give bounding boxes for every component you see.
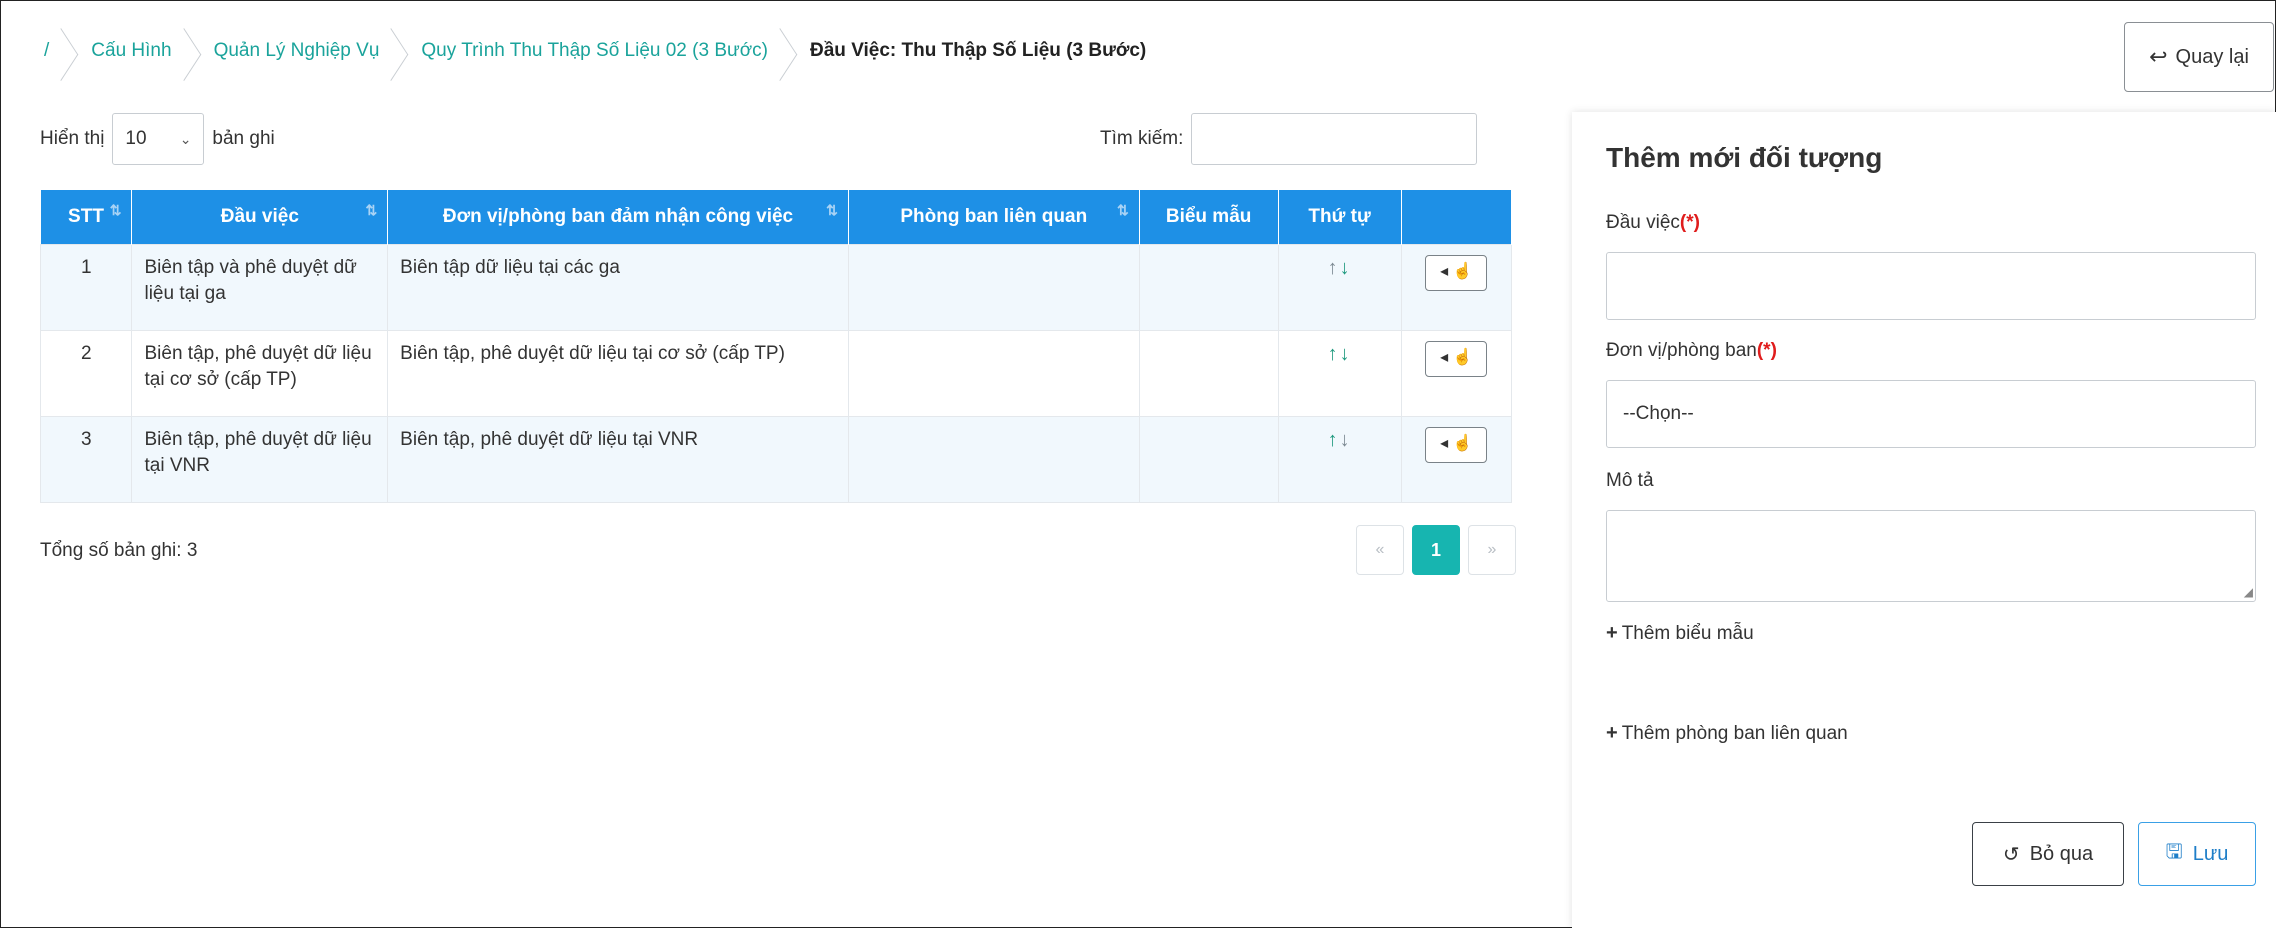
task-input[interactable] xyxy=(1606,252,2256,320)
col-related[interactable]: Phòng ban liên quan ⇅ xyxy=(848,190,1140,245)
cell-task: Biên tập, phê duyệt dữ liệu tại VNR xyxy=(131,416,389,503)
page-size-select[interactable]: 10 ⌄ xyxy=(112,113,205,165)
breadcrumb-separator xyxy=(61,22,83,80)
breadcrumb-item-config[interactable]: Cấu Hình xyxy=(49,22,171,80)
cell-related xyxy=(847,416,1140,503)
arrow-up-icon[interactable]: ↑ xyxy=(1328,429,1340,451)
breadcrumb-separator xyxy=(391,22,413,80)
cell-form xyxy=(1138,416,1279,503)
arrow-down-icon[interactable]: ↓ xyxy=(1340,257,1352,279)
breadcrumb-item-process[interactable]: Quy Trình Thu Thập Số Liệu 02 (3 Bước) xyxy=(379,22,768,80)
save-label: Lưu xyxy=(2192,842,2229,865)
action-menu-button[interactable]: ◂ ☝ xyxy=(1425,341,1488,377)
save-icon: 🖫 xyxy=(2165,841,2183,863)
col-action xyxy=(1401,190,1513,245)
resize-grip-icon[interactable]: ◢ xyxy=(2244,585,2253,599)
pager-page[interactable]: 1 xyxy=(1412,525,1460,575)
description-label: Mô tả xyxy=(1606,470,1654,491)
search-input[interactable] xyxy=(1191,113,1478,165)
breadcrumb-separator xyxy=(780,22,802,80)
plus-icon: + xyxy=(1606,722,1618,744)
back-button-label: Quay lại xyxy=(2175,45,2249,68)
records-label: bản ghi xyxy=(212,128,275,149)
col-unit[interactable]: Đơn vị/phòng ban đảm nhận công việc ⇅ xyxy=(387,190,849,245)
total-records: Tổng số bản ghi: 3 xyxy=(40,540,198,561)
cell-order: ↑↓ xyxy=(1277,330,1402,417)
arrow-up-icon[interactable]: ↑ xyxy=(1328,257,1340,279)
pager-next[interactable]: » xyxy=(1468,525,1516,575)
cell-related xyxy=(847,244,1140,331)
cell-unit: Biên tập, phê duyệt dữ liệu tại cơ sở (c… xyxy=(387,330,849,417)
table-row: 2 Biên tập, phê duyệt dữ liệu tại cơ sở … xyxy=(39,330,1513,417)
cell-task: Biên tập và phê duyệt dữ liệu tại ga xyxy=(131,244,389,331)
cell-unit: Biên tập, phê duyệt dữ liệu tại VNR xyxy=(387,416,849,503)
cell-action: ◂ ☝ xyxy=(1400,416,1513,503)
unit-label: Đơn vị/phòng ban(*) xyxy=(1606,340,1777,361)
search-control: Tìm kiếm: xyxy=(1100,112,1478,166)
arrow-down-icon[interactable]: ↓ xyxy=(1340,429,1352,451)
page-length-control: Hiển thị 10 ⌄ bản ghi xyxy=(40,112,275,166)
required-mark: (*) xyxy=(1756,340,1777,361)
cell-action: ◂ ☝ xyxy=(1400,330,1513,417)
cell-task: Biên tập, phê duyệt dữ liệu tại cơ sở (c… xyxy=(131,330,389,417)
cell-related xyxy=(847,330,1140,417)
cell-stt: 2 xyxy=(39,330,133,417)
cell-unit: Biên tập dữ liệu tại các ga xyxy=(387,244,849,331)
col-form: Biểu mẫu xyxy=(1139,190,1279,245)
action-menu-button[interactable]: ◂ ☝ xyxy=(1425,427,1488,463)
cell-action: ◂ ☝ xyxy=(1400,244,1513,331)
unit-select[interactable]: --Chọn-- xyxy=(1606,380,2256,448)
arrow-down-icon[interactable]: ↓ xyxy=(1340,343,1352,365)
breadcrumb: / Cấu Hình Quản Lý Nghiệp Vụ Quy Trình T… xyxy=(44,22,1146,80)
task-label: Đầu việc(*) xyxy=(1606,212,1700,233)
breadcrumb-separator xyxy=(184,22,206,80)
arrow-up-icon[interactable]: ↑ xyxy=(1328,343,1340,365)
unit-select-value: --Chọn-- xyxy=(1623,403,1694,424)
show-label: Hiển thị xyxy=(40,128,105,149)
pagination: « 1 » xyxy=(1356,525,1516,575)
chevron-down-icon: ⌄ xyxy=(179,130,192,147)
save-button[interactable]: 🖫 Lưu xyxy=(2138,822,2256,886)
cell-form xyxy=(1138,244,1279,331)
cancel-button[interactable]: ↺ Bỏ qua xyxy=(1972,822,2124,886)
search-label: Tìm kiếm: xyxy=(1100,128,1184,149)
breadcrumb-current: Đầu Việc: Thu Thập Số Liệu (3 Bước) xyxy=(768,22,1146,80)
col-order: Thứ tự xyxy=(1278,190,1402,245)
table-row: 1 Biên tập và phê duyệt dữ liệu tại ga B… xyxy=(39,244,1513,331)
action-menu-button[interactable]: ◂ ☝ xyxy=(1425,255,1488,291)
breadcrumb-item-business[interactable]: Quản Lý Nghiệp Vụ xyxy=(172,22,380,80)
cell-stt: 3 xyxy=(39,416,133,503)
sort-icon: ⇅ xyxy=(109,202,122,218)
sort-icon: ⇅ xyxy=(1116,202,1129,218)
description-textarea[interactable]: ◢ xyxy=(1606,510,2256,602)
add-form-link[interactable]: + Thêm biểu mẫu xyxy=(1606,622,1754,645)
table-row: 3 Biên tập, phê duyệt dữ liệu tại VNR Bi… xyxy=(39,416,1513,503)
cell-order: ↑↓ xyxy=(1277,244,1402,331)
add-related-link[interactable]: + Thêm phòng ban liên quan xyxy=(1606,722,1848,745)
add-object-panel: Thêm mới đối tượng Đầu việc(*) Đơn vị/ph… xyxy=(1572,112,2276,928)
back-button[interactable]: ↩ Quay lại xyxy=(2124,22,2274,92)
return-icon: ↩ xyxy=(2149,44,2168,69)
table-header-row: STT ⇅ Đầu việc ⇅ Đơn vị/phòng ban đảm nhận… xyxy=(40,190,1513,245)
sort-icon: ⇅ xyxy=(826,202,838,218)
undo-icon: ↺ xyxy=(2002,843,2020,866)
task-table: STT ⇅ Đầu việc ⇅ Đơn vị/phòng ban đảm nhận… xyxy=(39,190,1513,503)
cancel-label: Bỏ qua xyxy=(2029,842,2094,865)
plus-icon: + xyxy=(1606,622,1618,644)
panel-title: Thêm mới đối tượng xyxy=(1606,142,1883,173)
col-task[interactable]: Đầu việc ⇅ xyxy=(131,190,389,245)
sort-icon: ⇅ xyxy=(365,202,378,218)
cell-stt: 1 xyxy=(39,244,133,331)
col-stt[interactable]: STT ⇅ xyxy=(40,190,133,245)
pager-prev[interactable]: « xyxy=(1356,525,1404,575)
cell-form xyxy=(1138,330,1279,417)
page-size-value: 10 xyxy=(125,128,147,149)
required-mark: (*) xyxy=(1679,212,1700,233)
cell-order: ↑↓ xyxy=(1277,416,1402,503)
